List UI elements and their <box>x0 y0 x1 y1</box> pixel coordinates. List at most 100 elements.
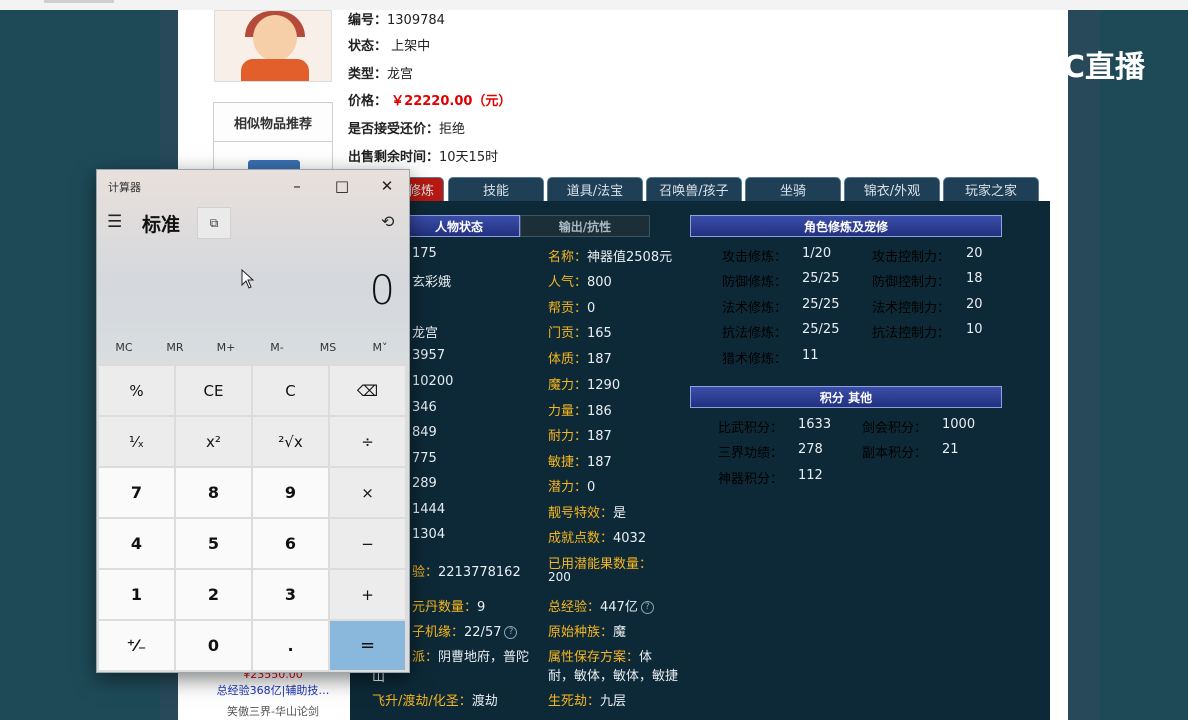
header-character-status[interactable]: 人物状态 <box>398 215 520 237</box>
tab-items[interactable]: 道具/法宝 <box>547 177 643 201</box>
faction-row: 派：阴曹地府，普陀 <box>412 650 530 665</box>
browser-top-strip <box>0 0 1188 10</box>
close-icon[interactable]: ✕ <box>367 174 407 198</box>
digit-6-button[interactable]: 6 <box>253 519 328 568</box>
square-button[interactable]: x² <box>176 417 251 466</box>
dodge-value: 1444 <box>412 502 446 517</box>
origin-row: 原始种族：魔 <box>548 625 627 640</box>
memory-clear-button[interactable]: MC <box>98 341 150 354</box>
equals-button[interactable]: = <box>330 621 405 670</box>
item-price-row: 价格： ￥22220.00（元） <box>348 94 512 109</box>
cult-hunt-value: 11 <box>802 348 819 363</box>
calculator-title: 计算器 <box>108 181 141 194</box>
digit-9-button[interactable]: 9 <box>253 468 328 517</box>
maximize-icon[interactable]: □ <box>322 174 362 198</box>
page-frame-right <box>1068 10 1100 720</box>
name-row: 名称：神器值2508元 <box>548 250 673 265</box>
life-death-row: 生死劫：九层 <box>548 694 627 709</box>
header-output-resist[interactable]: 输出/抗性 <box>520 215 650 237</box>
digit-5-button[interactable]: 5 <box>176 519 251 568</box>
tab-outfit[interactable]: 锦衣/外观 <box>844 177 940 201</box>
minimize-icon[interactable]: – <box>277 174 317 198</box>
merit-value: 278 <box>798 442 823 457</box>
memory-list-button[interactable]: M˅ <box>354 341 406 354</box>
endurance-row: 耐力：187 <box>548 429 612 444</box>
popularity-row: 人气：800 <box>548 275 612 290</box>
digit-3-button[interactable]: 3 <box>253 570 328 619</box>
cult-defense-label: 防御修炼： <box>722 275 788 290</box>
cc-logo-text: CC直播 <box>1041 50 1146 85</box>
cult-attack-label: 攻击修炼： <box>722 250 788 265</box>
digit-0-button[interactable]: 0 <box>176 621 251 670</box>
ctrl-resist-value: 10 <box>966 322 983 337</box>
vanity-row: 靓号特效：是 <box>548 506 627 521</box>
cult-resist-value: 25/25 <box>802 322 840 337</box>
sect-row: 门贡：165 <box>548 326 612 341</box>
history-icon[interactable]: ⟲ <box>381 212 394 231</box>
cult-hunt-label: 猎术修炼： <box>722 352 788 367</box>
square-root-button[interactable]: ²√x <box>253 417 328 466</box>
avatar-face <box>253 15 297 61</box>
item-status-row: 状态： 上架中 <box>348 39 431 54</box>
digit-4-button[interactable]: 4 <box>99 519 174 568</box>
decimal-button[interactable]: . <box>253 621 328 670</box>
clear-entry-button[interactable]: CE <box>176 366 251 415</box>
hamburger-menu-icon[interactable]: ☰ <box>107 212 125 232</box>
item-type-row: 类型：龙宫 <box>348 67 414 82</box>
ctrl-defense-label: 防御控制力： <box>872 275 951 290</box>
reciprocal-button[interactable]: ¹⁄ₓ <box>99 417 174 466</box>
digit-7-button[interactable]: 7 <box>99 468 174 517</box>
child-row: 子机缘：22/57? <box>412 621 518 640</box>
dungeon-points-value: 21 <box>942 442 959 457</box>
tab-pets[interactable]: 召唤兽/孩子 <box>646 177 742 201</box>
negate-button[interactable]: ⁺⁄₋ <box>99 621 174 670</box>
merit-label: 三界功绩： <box>718 446 784 461</box>
dungeon-points-label: 副本积分： <box>862 446 928 461</box>
clear-button[interactable]: C <box>253 366 328 415</box>
similar-item-desc[interactable]: 总经验368亿|辅助技… <box>213 682 333 698</box>
keep-on-top-icon[interactable]: ⧉ <box>197 207 231 239</box>
exp-row: 验：2213778162 <box>412 565 521 580</box>
cc-logo-icon <box>993 44 1037 80</box>
strength-row: 力量：186 <box>548 404 612 419</box>
calculator-mode: 标准 <box>142 214 181 236</box>
sword-points-label: 剑会积分： <box>862 421 928 436</box>
plus-button[interactable]: + <box>330 570 405 619</box>
memory-add-button[interactable]: M+ <box>200 341 252 354</box>
tab-skills[interactable]: 技能 <box>448 177 544 201</box>
similar-item-server: 笑傲三界-华山论剑 <box>227 705 319 718</box>
hit-value: 346 <box>412 400 437 415</box>
item-bargain-row: 是否接受还价：拒绝 <box>348 122 466 137</box>
header-cultivation: 角色修炼及宠修 <box>690 215 1002 237</box>
digit-2-button[interactable]: 2 <box>176 570 251 619</box>
calculator-window[interactable]: 计算器 – □ ✕ ☰ 标准 ⧉ ⟲ 0 MC MR M+ M- MS M˅ %… <box>96 169 410 673</box>
memory-store-button[interactable]: MS <box>302 341 354 354</box>
ctrl-attack-label: 攻击控制力： <box>872 250 951 265</box>
total-exp-row: 总经验：447亿? <box>548 596 654 615</box>
memory-recall-button[interactable]: MR <box>149 341 201 354</box>
hp-value: 3957 <box>412 348 446 363</box>
guild-row: 帮贡：0 <box>548 301 596 316</box>
similar-items-title: 相似物品推荐 <box>213 102 333 142</box>
achievement-row: 成就点数：4032 <box>548 531 647 546</box>
cult-magic-label: 法术修炼： <box>722 301 788 316</box>
ctrl-attack-value: 20 <box>966 246 983 261</box>
cc-live-watermark: CC直播 <box>993 40 1153 86</box>
cult-resist-label: 抗法修炼： <box>722 326 788 341</box>
memory-subtract-button[interactable]: M- <box>251 341 303 354</box>
digit-1-button[interactable]: 1 <box>99 570 174 619</box>
backspace-button[interactable]: ⌫ <box>330 366 405 415</box>
tab-sliver <box>44 0 114 3</box>
cult-magic-value: 25/25 <box>802 297 840 312</box>
help-icon[interactable]: ? <box>504 626 518 639</box>
divide-button[interactable]: ÷ <box>330 417 405 466</box>
character-avatar[interactable] <box>214 10 332 82</box>
tab-mount[interactable]: 坐骑 <box>745 177 841 201</box>
digit-8-button[interactable]: 8 <box>176 468 251 517</box>
percent-button[interactable]: % <box>99 366 174 415</box>
help-icon[interactable]: ? <box>640 601 654 614</box>
tab-home[interactable]: 玩家之家 <box>943 177 1039 201</box>
multiply-button[interactable]: × <box>330 468 405 517</box>
pvp-points-value: 1633 <box>798 417 832 432</box>
minus-button[interactable]: − <box>330 519 405 568</box>
